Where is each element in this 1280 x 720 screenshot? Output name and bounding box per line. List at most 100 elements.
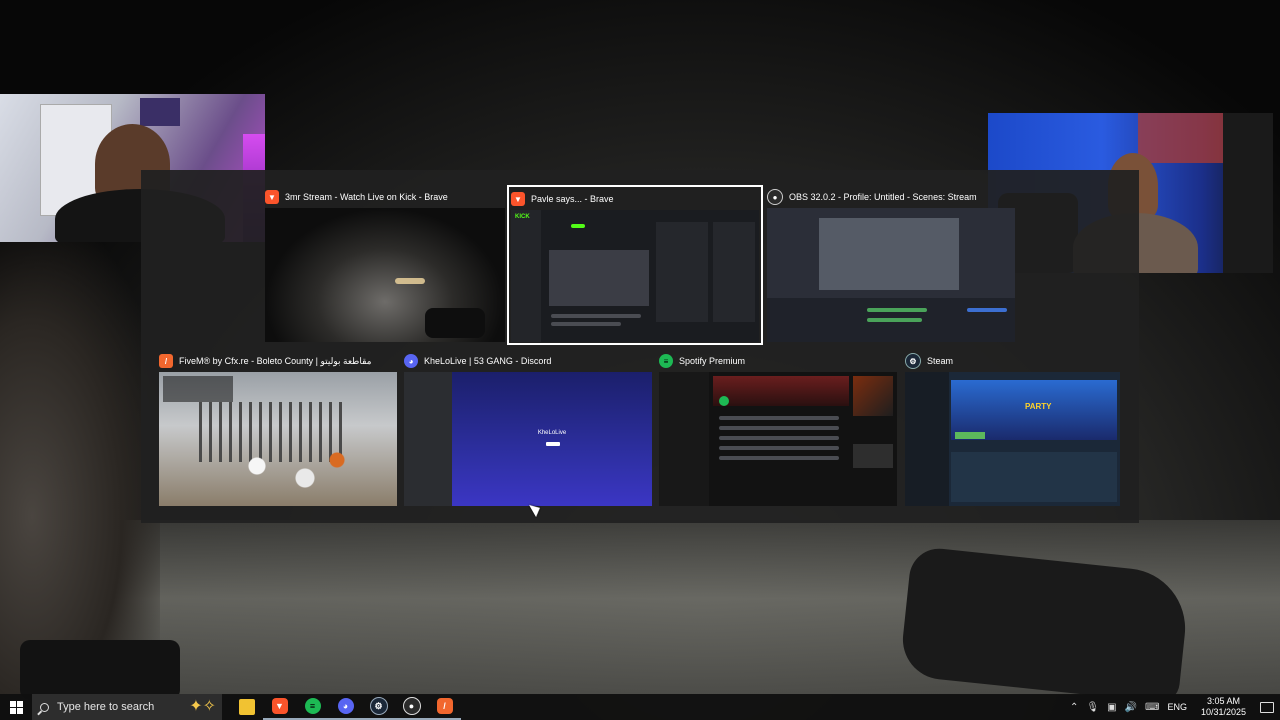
thumb-chat (656, 222, 708, 322)
crowd-shape (209, 442, 369, 502)
thumb-cover (853, 376, 893, 416)
thumb-cover (853, 444, 893, 468)
window-card-steam[interactable]: ⚙ Steam PARTY (905, 350, 1120, 506)
thumb-sidebar (659, 372, 709, 506)
window-card-kick-stream[interactable]: ▼ 3mr Stream - Watch Live on Kick - Brav… (265, 186, 505, 342)
server-name: KheLoLive (537, 430, 567, 436)
discord-icon: ◕ (337, 698, 354, 714)
microphone-icon[interactable]: 🎙 (1086, 702, 1099, 713)
thumb-button (967, 308, 1007, 312)
window-card-header: / FiveM® by Cfx.re - Boleto County | مقا… (159, 350, 397, 372)
chat-overlay (163, 376, 233, 402)
thumb-sidebar (404, 372, 452, 506)
window-thumbnail (767, 208, 1015, 342)
taskbar-fivem[interactable]: / (428, 694, 461, 720)
taskbar-spotify[interactable]: ≡ (296, 694, 329, 720)
window-thumbnail: KICK (511, 210, 759, 342)
task-switcher: ▼ 3mr Stream - Watch Live on Kick - Brav… (141, 170, 1139, 523)
kick-logo: KICK (515, 214, 530, 220)
play-button (955, 432, 985, 439)
window-title: 3mr Stream - Watch Live on Kick - Brave (285, 192, 448, 202)
volume-icon[interactable]: 🔊 (1125, 702, 1137, 713)
thumb-video (549, 250, 649, 306)
taskbar-obs[interactable]: ● (395, 694, 428, 720)
discord-icon: ◕ (404, 354, 418, 368)
taskbar: Type here to search ✦✧ ▼ ≡ ◕ ⚙ ● / ⌃ 🎙 ▣… (0, 694, 1280, 720)
thumb-bar (571, 224, 585, 228)
window-thumbnail: KheLoLive (404, 372, 652, 506)
thumb-header (713, 376, 849, 406)
notification-icon[interactable] (1260, 701, 1274, 713)
poster-shape (140, 98, 180, 126)
language-indicator[interactable]: ENG (1167, 702, 1187, 712)
brave-icon: ▼ (265, 190, 279, 204)
window-card-discord[interactable]: ◕ KheLoLive | 53 GANG - Discord KheLoLiv… (404, 350, 652, 506)
spotify-icon: ≡ (659, 354, 673, 368)
thumb-sidebar (905, 372, 949, 506)
window-card-header: ● OBS 32.0.2 - Profile: Untitled - Scene… (767, 186, 1015, 208)
file-explorer-icon (238, 699, 255, 715)
thumb-bar (551, 314, 641, 318)
headlight (395, 278, 425, 284)
usb-icon[interactable]: ⌨ (1145, 702, 1159, 713)
poster-shape (1138, 113, 1228, 163)
windows-icon (9, 700, 23, 714)
window-card-pavle-says[interactable]: ▼ Pavle says... - Brave KICK (511, 188, 759, 342)
thumb-row (719, 426, 839, 430)
thumb-bar (551, 322, 621, 326)
steam-icon: ⚙ (369, 697, 388, 715)
clock-time: 3:05 AM (1206, 696, 1240, 706)
clock-date: 10/31/2025 (1200, 707, 1246, 717)
window-card-spotify[interactable]: ≡ Spotify Premium (659, 350, 897, 506)
brave-icon: ▼ (271, 698, 288, 714)
desktop-screen: ▼ 3mr Stream - Watch Live on Kick - Brav… (0, 0, 1280, 720)
fivem-icon: / (159, 354, 173, 368)
search-box[interactable]: Type here to search ✦✧ (32, 694, 222, 720)
window-card-obs[interactable]: ● OBS 32.0.2 - Profile: Untitled - Scene… (767, 186, 1015, 342)
hero-text: PARTY (1025, 402, 1052, 411)
window-thumbnail (265, 208, 505, 342)
thumb-meter (867, 318, 922, 322)
sparkle-icon: ✦✧ (189, 698, 216, 715)
thumb-panel (713, 222, 755, 322)
window-card-header: ▼ Pavle says... - Brave (511, 188, 759, 210)
thumb-sidebar (511, 210, 541, 342)
window-card-header: ⚙ Steam (905, 350, 1120, 372)
thumb-row (719, 416, 839, 420)
network-icon[interactable]: ▣ (1107, 702, 1116, 713)
search-placeholder: Type here to search (57, 701, 155, 713)
window-card-fivem[interactable]: / FiveM® by Cfx.re - Boleto County | مقا… (159, 350, 397, 506)
window-thumbnail (159, 372, 397, 506)
taskbar-brave[interactable]: ▼ (263, 694, 296, 720)
search-icon (40, 702, 49, 712)
thumb-server-banner (452, 372, 652, 506)
taskbar-steam[interactable]: ⚙ (362, 694, 395, 720)
thumb-button (546, 442, 560, 446)
pinned-apps: ▼ ≡ ◕ ⚙ ● / (230, 694, 461, 720)
start-button[interactable] (0, 694, 32, 720)
window-thumbnail: PARTY (905, 372, 1120, 506)
chevron-up-icon[interactable]: ⌃ (1070, 702, 1078, 713)
window-card-header: ◕ KheLoLive | 53 GANG - Discord (404, 350, 652, 372)
brave-icon: ▼ (511, 192, 525, 206)
thumb-row (719, 456, 839, 460)
taskbar-discord[interactable]: ◕ (329, 694, 362, 720)
spotify-icon: ≡ (304, 698, 321, 714)
fivem-icon: / (436, 698, 453, 714)
window-title: FiveM® by Cfx.re - Boleto County | مقاطع… (179, 355, 372, 366)
obs-icon: ● (402, 697, 421, 715)
wall-shadow (1223, 113, 1273, 273)
background-handlebar (20, 640, 180, 700)
play-icon (719, 396, 729, 406)
window-title: KheLoLive | 53 GANG - Discord (424, 356, 552, 366)
background-shadow (0, 240, 160, 700)
steam-icon: ⚙ (905, 353, 921, 369)
window-title: Pavle says... - Brave (531, 194, 614, 204)
clock[interactable]: 3:05 AM 10/31/2025 (1201, 696, 1246, 718)
mirror-shape (425, 308, 485, 338)
thumb-row (719, 436, 839, 440)
taskbar-file-explorer[interactable] (230, 694, 263, 720)
thumb-preview (819, 218, 959, 290)
window-title: Spotify Premium (679, 356, 746, 366)
thumb-meter (867, 308, 927, 312)
